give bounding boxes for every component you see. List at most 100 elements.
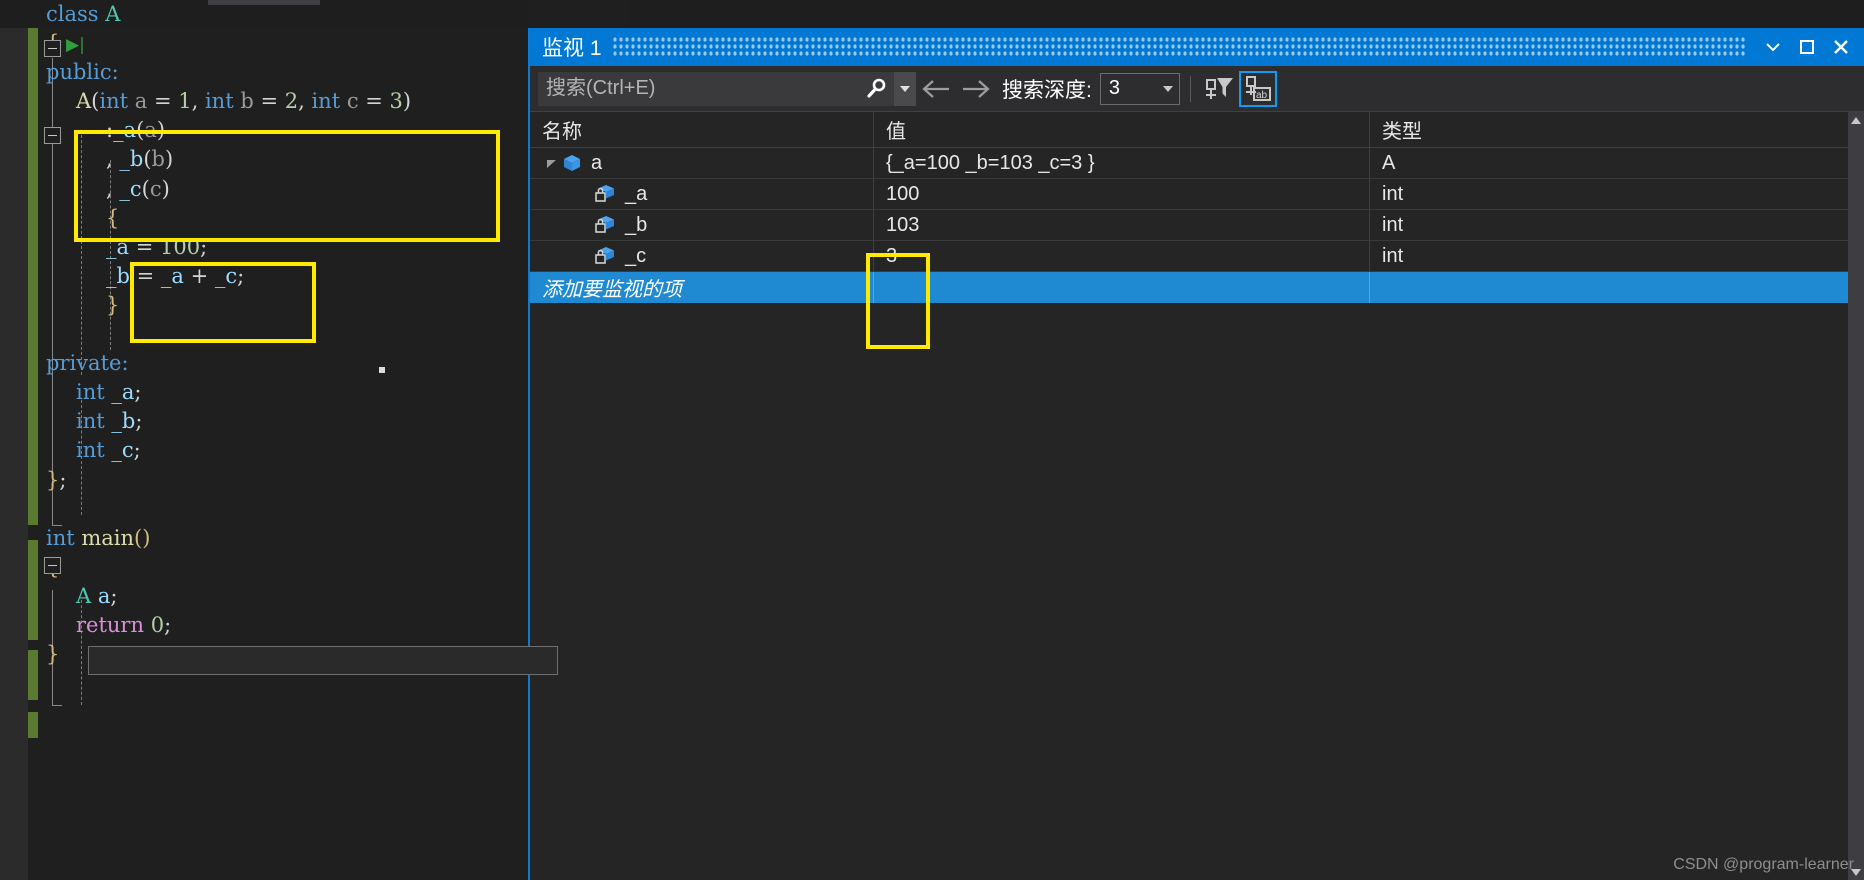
code-token: return: [76, 612, 144, 637]
watch-grid-rows: a {_a=100 _b=103 _c=3 } A _a 100 int _b 103 int _…: [530, 148, 1864, 272]
maximize-icon[interactable]: [1790, 28, 1824, 66]
watch-row-type-cell[interactable]: int: [1370, 241, 1864, 271]
code-token: A: [105, 2, 121, 26]
watch-window[interactable]: 监视 1 搜索(Ctrl+E) 搜索深度: 3 ab 名称 值 类型 a {_a…: [528, 28, 1864, 880]
code-token: +: [183, 263, 215, 288]
code-token: ): [402, 89, 412, 114]
object-icon: [562, 153, 582, 173]
code-token: _a: [113, 118, 137, 143]
code-token: int: [76, 438, 105, 463]
code-token: c: [149, 176, 162, 201]
code-token: ): [161, 176, 170, 201]
watch-row[interactable]: _c 3 int: [530, 241, 1864, 272]
code-token: _a: [111, 380, 135, 405]
watch-row-value-cell[interactable]: 100: [874, 179, 1370, 209]
outline-toggle-class[interactable]: [44, 40, 61, 57]
code-token: 0: [150, 612, 165, 637]
watch-row-value-cell[interactable]: 3: [874, 241, 1370, 271]
watch-row-value-label: {_a=100 _b=103 _c=3 }: [886, 151, 1095, 174]
code-token: ,: [106, 176, 120, 201]
watch-scrollbar[interactable]: [1848, 112, 1864, 880]
column-header-value[interactable]: 值: [874, 112, 1370, 147]
watch-row-value-label: 103: [886, 213, 920, 236]
watermark-label: CSDN @program-learner: [1673, 856, 1854, 873]
code-token: int: [46, 525, 82, 550]
watch-row[interactable]: a {_a=100 _b=103 _c=3 } A: [530, 148, 1864, 179]
watch-row-value-cell[interactable]: 103: [874, 210, 1370, 240]
watch-row-name-cell[interactable]: _b: [530, 210, 874, 240]
search-icon[interactable]: [860, 72, 894, 106]
pin-filter-icon[interactable]: [1201, 71, 1239, 107]
code-token: ;: [237, 263, 245, 288]
code-token: main: [81, 525, 135, 550]
change-bar: [28, 650, 38, 700]
code-token: int: [311, 89, 341, 114]
add-watch-item-value-cell[interactable]: [874, 272, 1370, 303]
search-box[interactable]: [538, 71, 916, 106]
add-watch-item-label[interactable]: 添加要监视的项: [530, 272, 874, 303]
code-token: _a: [160, 263, 184, 288]
code-token: =: [260, 89, 285, 114]
outline-toggle-ctor[interactable]: [44, 127, 61, 144]
search-depth-value: 3: [1108, 77, 1120, 99]
current-line-highlight: [88, 646, 558, 675]
code-token: ,: [191, 89, 205, 114]
watch-row-type-cell[interactable]: A: [1370, 148, 1864, 178]
run-to-cursor-icon: ▶|: [66, 35, 85, 56]
private-field-icon: [594, 184, 616, 204]
code-token: class: [46, 2, 106, 26]
add-watch-item-row[interactable]: 添加要监视的项: [530, 272, 1864, 303]
watch-row[interactable]: _a 100 int: [530, 179, 1864, 210]
code-token: ;: [134, 380, 142, 405]
code-token: _c: [119, 176, 142, 201]
code-token: _b: [106, 263, 130, 288]
code-line[interactable]: class A: [38, 0, 628, 29]
watch-row-name-cell[interactable]: _a: [530, 179, 874, 209]
column-header-type[interactable]: 类型: [1370, 112, 1864, 147]
search-next-arrow-right-icon[interactable]: [956, 72, 996, 106]
hex-display-icon[interactable]: ab: [1238, 70, 1277, 107]
change-bar: [28, 20, 38, 525]
code-token: ;: [135, 409, 143, 434]
search-depth-label: 搜索深度:: [1002, 78, 1092, 102]
search-options-chevron-down-icon[interactable]: [894, 71, 916, 106]
code-token: 100: [159, 234, 201, 259]
watch-titlebar[interactable]: 监视 1: [530, 28, 1864, 66]
search-previous-arrow-left-icon[interactable]: [916, 72, 956, 106]
search-input[interactable]: [538, 76, 860, 101]
watch-grid[interactable]: 名称 值 类型 a {_a=100 _b=103 _c=3 } A _a 100 int _…: [530, 112, 1864, 880]
code-token: ): [164, 147, 174, 172]
watch-toolbar[interactable]: 搜索深度: 3 ab: [530, 66, 1864, 112]
search-depth-select[interactable]: 3: [1099, 72, 1180, 105]
code-token: (): [134, 525, 151, 550]
change-bar: [28, 712, 38, 738]
code-token: ;: [164, 612, 172, 637]
column-header-name[interactable]: 名称: [530, 112, 874, 147]
watch-row-type-label: int: [1382, 213, 1404, 236]
private-field-icon: [594, 246, 616, 266]
watch-row-type-cell[interactable]: int: [1370, 179, 1864, 209]
code-token: a: [144, 118, 157, 143]
watch-row-name-label: a: [591, 151, 603, 174]
watch-row-value-cell[interactable]: {_a=100 _b=103 _c=3 }: [874, 148, 1370, 178]
code-token: }: [46, 642, 60, 667]
watch-row[interactable]: _b 103 int: [530, 210, 1864, 241]
code-token: 1: [178, 89, 192, 114]
code-token: (: [141, 176, 150, 201]
chevron-down-icon[interactable]: [1756, 28, 1790, 66]
add-watch-item-type-cell[interactable]: [1370, 272, 1864, 303]
watch-row-type-label: A: [1382, 151, 1396, 174]
code-token: 2: [284, 89, 299, 114]
watch-row-type-cell[interactable]: int: [1370, 210, 1864, 240]
titlebar-drag-handle[interactable]: [611, 36, 1746, 58]
code-token: =: [365, 89, 390, 114]
outline-toggle-main[interactable]: [44, 557, 61, 574]
watch-row-name-label: _a: [625, 182, 648, 205]
scroll-up-icon[interactable]: [1848, 112, 1864, 128]
code-token: A: [76, 89, 92, 114]
watch-row-name-cell[interactable]: a: [530, 148, 874, 178]
close-icon[interactable]: [1824, 28, 1858, 66]
expander-collapse-icon[interactable]: [542, 157, 562, 169]
watch-row-name-cell[interactable]: _c: [530, 241, 874, 271]
code-token: ): [156, 118, 166, 143]
